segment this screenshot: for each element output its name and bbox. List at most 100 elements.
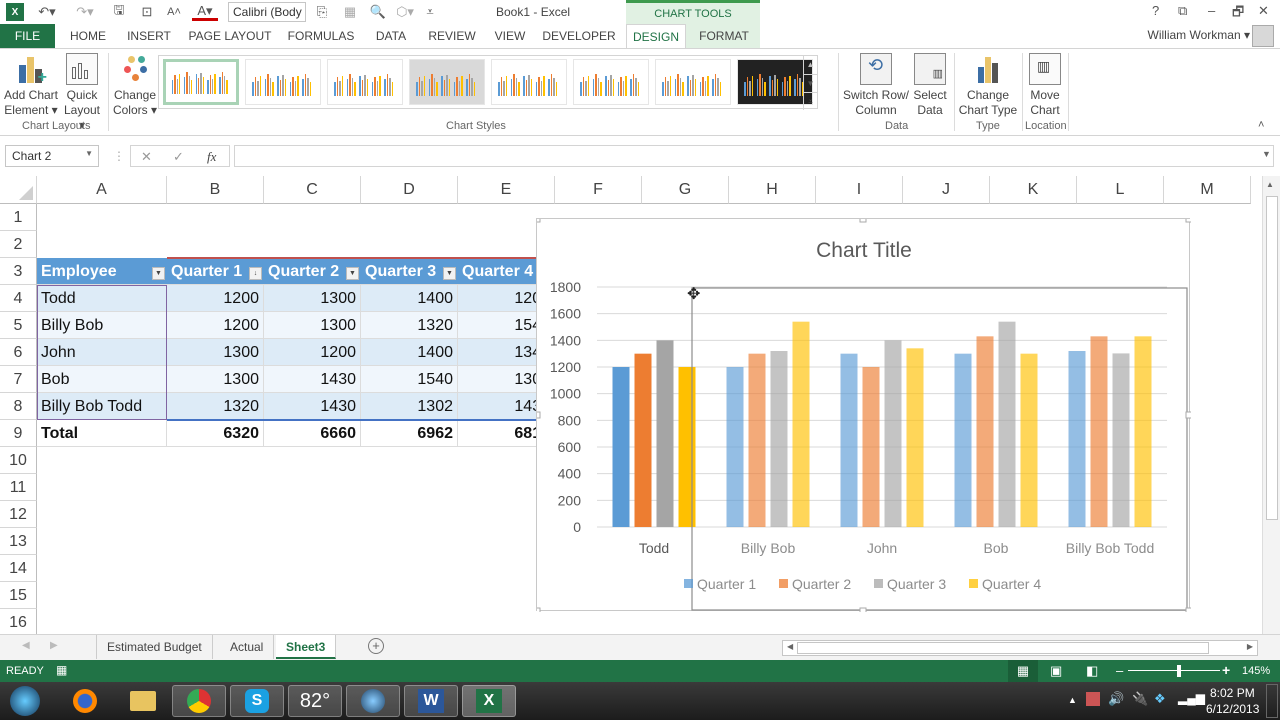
chart-style-5[interactable] [491, 59, 567, 105]
row-header-14[interactable]: 14 [0, 555, 37, 582]
total-value-cell[interactable]: 6962 [361, 420, 458, 447]
font-color-icon[interactable]: A▾ [192, 3, 218, 21]
zoom-slider-thumb[interactable] [1177, 665, 1181, 677]
value-cell[interactable]: 1320 [167, 393, 264, 420]
zoom-in-button[interactable]: + [1222, 662, 1230, 678]
bar-quarter-4[interactable] [906, 348, 924, 527]
explorer-taskbar-icon[interactable] [116, 685, 170, 717]
bar-quarter-2[interactable] [634, 353, 652, 527]
chart-style-6[interactable] [573, 59, 649, 105]
help-button[interactable]: ? [1152, 3, 1159, 18]
sheet-tab-actual[interactable]: Actual [220, 635, 275, 659]
employee-name-cell[interactable]: Billy Bob Todd [37, 393, 167, 420]
value-cell[interactable]: 1320 [361, 312, 458, 339]
column-header-f[interactable]: F [555, 176, 642, 204]
column-header-l[interactable]: L [1077, 176, 1164, 204]
employee-name-cell[interactable]: Todd [37, 285, 167, 312]
attach-icon[interactable]: ⎘ [312, 3, 332, 21]
close-button[interactable]: ✕ [1258, 3, 1269, 19]
select-all-corner[interactable] [0, 176, 37, 204]
page-layout-view-icon[interactable]: ▣ [1050, 663, 1062, 679]
legend-label[interactable]: Quarter 2 [792, 576, 851, 592]
chart-title[interactable]: Chart Title [816, 239, 912, 262]
tab-data[interactable]: DATA [368, 24, 414, 48]
collapse-ribbon-icon[interactable]: ˄ [1258, 119, 1264, 131]
tab-format[interactable]: FORMAT [692, 24, 756, 48]
bar-quarter-4[interactable] [792, 321, 810, 527]
show-desktop-button[interactable] [1266, 684, 1278, 718]
column-header-g[interactable]: G [642, 176, 729, 204]
table-header-cell[interactable]: Quarter 2 ▼ [264, 258, 361, 285]
chart-resize-handle[interactable] [859, 219, 867, 223]
word-taskbar-icon[interactable]: W [404, 685, 458, 717]
bar-quarter-3[interactable] [770, 351, 788, 527]
column-header-m[interactable]: M [1164, 176, 1251, 204]
value-cell[interactable]: 1300 [264, 312, 361, 339]
legend-label[interactable]: Quarter 3 [887, 576, 946, 592]
value-cell[interactable]: 1430 [264, 366, 361, 393]
tab-developer[interactable]: DEVELOPER [540, 24, 618, 48]
filter-dropdown-icon[interactable]: ↓ [249, 267, 262, 280]
add-chart-element-button[interactable]: + Add Chart Element ▾ [2, 53, 60, 118]
customize-qat-icon[interactable]: ⩡ [424, 3, 436, 21]
chart[interactable]: Chart Title 0 200 400 600 800 1000 1200 1400 1600… [536, 218, 1191, 612]
row-header-1[interactable]: 1 [0, 204, 37, 231]
dropbox-icon[interactable]: ❖ [1154, 691, 1166, 707]
tab-formulas[interactable]: FORMULAS [284, 24, 358, 48]
bar-quarter-3[interactable] [656, 340, 674, 527]
tray-app-icon[interactable] [1086, 692, 1100, 706]
tab-insert[interactable]: INSERT [122, 24, 176, 48]
row-header-2[interactable]: 2 [0, 231, 37, 258]
total-value-cell[interactable]: 6320 [167, 420, 264, 447]
row-header-15[interactable]: 15 [0, 582, 37, 609]
chart-style-2[interactable] [245, 59, 321, 105]
formula-input[interactable] [234, 145, 1274, 167]
chart-style-8[interactable] [737, 59, 813, 105]
gallery-expand[interactable]: ⩡ [803, 92, 817, 110]
insert-function-icon[interactable]: fx [207, 149, 216, 165]
employee-name-cell[interactable]: Billy Bob [37, 312, 167, 339]
row-header-16[interactable]: 16 [0, 609, 37, 634]
print-preview-icon[interactable]: 🔍 [368, 3, 388, 21]
employee-name-cell[interactable]: John [37, 339, 167, 366]
value-cell[interactable]: 1430 [264, 393, 361, 420]
switch-row-column-button[interactable]: ⟲ Switch Row/ Column [842, 53, 910, 118]
value-cell[interactable]: 1300 [167, 339, 264, 366]
value-cell[interactable]: 1300 [167, 366, 264, 393]
bar-quarter-2[interactable] [976, 336, 994, 527]
start-button[interactable] [0, 685, 50, 717]
tab-review[interactable]: REVIEW [424, 24, 480, 48]
table-header-cell[interactable]: Employee ▼ [37, 258, 167, 285]
row-header-3[interactable]: 3 [0, 258, 37, 285]
change-colors-button[interactable]: Change Colors ▾ [112, 53, 158, 118]
tab-design[interactable]: DESIGN [626, 24, 686, 48]
value-cell[interactable]: 1400 [361, 285, 458, 312]
table-header-cell[interactable]: Quarter 3 ▼ [361, 258, 458, 285]
shapes-icon[interactable]: ⬡▾ [392, 3, 418, 21]
column-header-c[interactable]: C [264, 176, 361, 204]
row-header-9[interactable]: 9 [0, 420, 37, 447]
network-taskbar-icon[interactable] [346, 685, 400, 717]
chart-resize-handle[interactable] [537, 607, 541, 612]
column-header-e[interactable]: E [458, 176, 555, 204]
column-header-b[interactable]: B [167, 176, 264, 204]
volume-icon[interactable]: 🔊 [1108, 691, 1124, 707]
bar-quarter-2[interactable] [862, 367, 880, 527]
column-header-h[interactable]: H [729, 176, 816, 204]
chart-resize-handle[interactable] [859, 607, 867, 612]
row-header-5[interactable]: 5 [0, 312, 37, 339]
cancel-icon[interactable]: ✕ [141, 149, 152, 165]
zoom-slider[interactable] [1128, 670, 1220, 671]
bar-quarter-1[interactable] [726, 367, 744, 527]
horizontal-scroll-thumb[interactable] [797, 642, 1209, 654]
column-header-a[interactable]: A [37, 176, 167, 204]
bar-quarter-1[interactable] [954, 353, 972, 527]
zoom-level[interactable]: 145% [1242, 665, 1270, 677]
user-name[interactable]: William Workman ▾ [1148, 28, 1250, 42]
bar-quarter-4[interactable] [1020, 353, 1038, 527]
row-header-10[interactable]: 10 [0, 447, 37, 474]
ribbon-display-button[interactable]: ⧉ [1178, 3, 1187, 19]
chart-style-4[interactable] [409, 59, 485, 105]
screenshot-icon[interactable]: ⊡ [138, 3, 156, 21]
bar-quarter-3[interactable] [1112, 353, 1130, 527]
